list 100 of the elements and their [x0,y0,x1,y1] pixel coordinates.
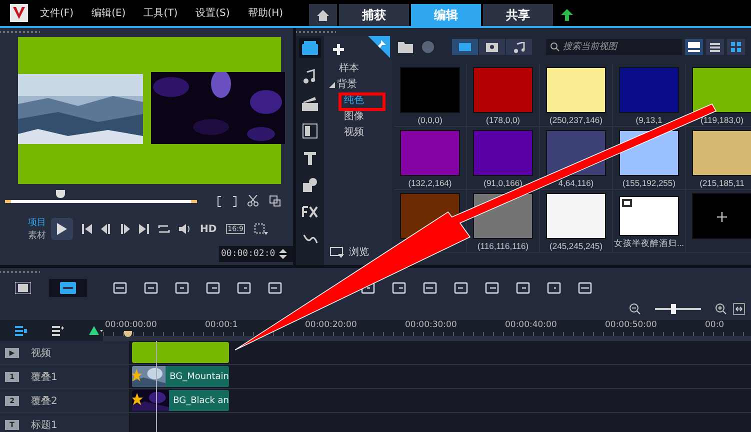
swatch-label: (155,192,255) [622,178,676,188]
color-swatch[interactable] [692,67,751,113]
tree-item[interactable]: 样本 [339,63,359,74]
zoom-handle[interactable] [671,304,676,314]
playhead-handle[interactable] [124,331,132,337]
color-swatch[interactable] [473,130,533,176]
step-back-icon[interactable] [101,224,111,234]
fx-icon[interactable] [302,204,318,220]
menu-item[interactable]: 文件(F) [40,6,74,20]
timeline-clip[interactable]: BG_Black an [132,390,229,411]
color-swatch[interactable] [546,67,606,113]
swatch-label: (250,237,146) [550,115,602,125]
ruler-label: 00:00:50:00 [605,320,658,330]
tree-item[interactable]: 背景 [337,79,357,90]
track-name: 标题1 [31,418,58,432]
time-ruler[interactable]: 00:00:00:00 00:00:1 00:00:20:00 00:00:30:00 00:00:40:00 00:00:50:00 00:0 [103,320,751,341]
track-name: 视频 [31,346,51,360]
color-swatch[interactable] [400,130,460,176]
play-button[interactable] [51,218,73,240]
repeat-icon[interactable] [158,224,170,234]
app-logo-icon [10,4,28,22]
track-lane[interactable]: BG_Black an [130,389,751,412]
timeline-clip[interactable] [132,342,229,363]
scissors-icon[interactable] [247,195,259,207]
track-name: 覆叠2 [31,394,58,408]
music-filter-icon[interactable] [506,39,532,55]
menu-item[interactable]: 工具(T) [144,6,178,20]
mode-tab[interactable]: 共享 [483,4,554,26]
search-icon[interactable] [550,42,560,52]
hd-label[interactable]: HD [200,224,217,234]
transition-icon[interactable] [302,123,318,139]
timeline-clip[interactable]: BG_Mountain [132,366,229,387]
zoom-in-icon[interactable] [715,303,727,315]
expand-arrow-icon[interactable] [329,82,335,88]
timecode-field[interactable]: 00:00:02:0 [219,246,293,262]
highlight-frame [338,92,386,111]
color-swatch[interactable] [692,130,751,176]
project-mode-label[interactable]: 项目 [28,216,46,229]
track-lane[interactable]: BG_Mountain [130,365,751,388]
scrub-handle[interactable] [56,190,65,198]
mark-out-icon[interactable] [232,196,237,206]
list-view-icon[interactable] [706,39,724,55]
swatch-label: (91,0,166) [484,178,522,188]
title-icon[interactable] [302,150,318,166]
swatch-label: (119,183,0) [700,115,744,125]
ruler-label: 00:00:30:00 [405,320,458,330]
copy-icon[interactable] [269,195,281,207]
add-folder-icon[interactable] [398,40,414,54]
play-icon [57,223,67,235]
swatch-label: (0,0,0) [418,115,442,125]
graphics-icon[interactable] [302,177,318,193]
thumbnail-view-icon[interactable] [685,39,703,55]
swatch-label: (215,185,11 [700,178,744,188]
upload-icon[interactable] [561,9,574,21]
pin-icon[interactable] [368,36,390,58]
clip-mode-label[interactable]: 素材 [28,229,46,242]
record-icon[interactable] [422,41,434,53]
tree-item[interactable]: 图像 [344,111,364,122]
chapter-marker-icon[interactable] [89,326,103,335]
track-manager-icon[interactable] [15,326,27,336]
photo-filter-icon[interactable] [479,39,505,55]
color-swatch[interactable] [400,67,460,113]
menu-item[interactable]: 编辑(E) [92,6,126,20]
skip-start-icon[interactable] [82,224,92,234]
home-icon[interactable] [309,4,338,26]
mark-in-icon[interactable] [217,196,222,206]
monitor-icon [330,246,344,258]
tree-item[interactable]: 视频 [344,127,364,138]
color-swatch[interactable] [473,67,533,113]
swatch-label: (132,2,164) [408,178,452,188]
grid-view-icon[interactable] [727,39,745,55]
clapperboard-icon[interactable] [302,96,318,112]
add-track-icon[interactable] [52,326,64,336]
color-swatch[interactable] [546,193,606,239]
ruler-label: 00:00:40:00 [505,320,558,330]
search-field[interactable]: 搜索当前视图 [546,39,682,55]
swatch-label: (9,13,1 [636,115,662,125]
menu-item[interactable]: 设置(S) [196,6,230,20]
timecode-text: 00:00:02:0 [221,249,276,259]
color-swatch[interactable] [619,67,679,113]
volume-icon[interactable] [179,224,191,234]
browse-button[interactable]: 浏览 [330,245,369,259]
step-forward-icon[interactable] [120,224,130,234]
spinner-icon[interactable] [279,248,288,260]
video-filter-icon[interactable] [452,39,478,55]
zoom-out-icon[interactable] [629,303,641,315]
add-color-button[interactable]: + [692,193,751,239]
ruler-label: 00:00:00:00 [105,320,158,330]
add-icon[interactable] [333,44,344,55]
tree-item[interactable]: 纯色 [344,95,364,106]
swatch-label: (178,0,0) [486,115,520,125]
swatch-label: 4,64,116) [558,178,594,188]
skip-end-icon[interactable] [139,224,149,234]
swatch-label: (245,245,245) [550,241,602,251]
media-icon[interactable] [299,38,321,58]
mode-tab[interactable]: 捕获 [339,4,410,26]
timeline-view-icon[interactable] [49,279,87,297]
menu-item[interactable]: 帮助(H) [248,6,284,20]
video-thumbnail[interactable] [619,196,679,236]
music-note-icon[interactable] [302,69,318,85]
